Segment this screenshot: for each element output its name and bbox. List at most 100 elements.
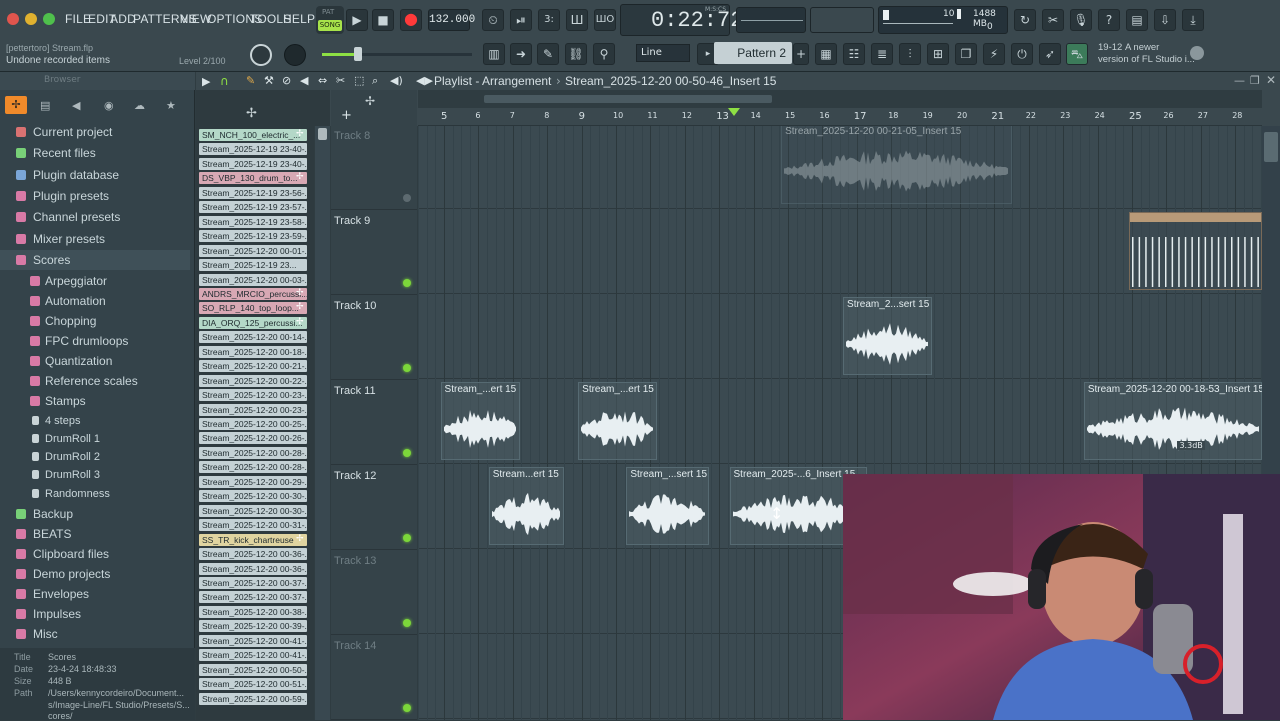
channel-button[interactable]: Stream_2025-12-19 23-59-... [199, 230, 307, 243]
timeline-ruler[interactable]: 5 6 7 8 9 10 11 12 13 14 15 16 17 18 19 20 21 22 23 24 25 26 2… [418, 108, 1262, 126]
channel-button[interactable]: DIA_ORQ_125_percussi... [199, 316, 307, 329]
channel-button[interactable]: SS_TR_kick_chartreuse [199, 533, 307, 546]
playlist-icon[interactable]: ▦ [815, 43, 837, 65]
track-mute-led[interactable] [403, 704, 411, 712]
playlist-brush-icon[interactable]: ⚒ [264, 74, 274, 87]
browser-plugin-icon[interactable]: ◉ [104, 99, 114, 112]
channel-button[interactable]: Stream_2025-12-20 00-18-... [199, 345, 307, 358]
browser-item-3[interactable]: Plugin presets [0, 186, 190, 206]
channel-button[interactable]: Stream_2025-12-19 23-58-... [199, 215, 307, 228]
add-track-icon[interactable]: + [341, 108, 352, 123]
window-close-icon[interactable]: ✕ [1266, 73, 1276, 87]
channel-drag-icon[interactable]: ✢ [296, 129, 304, 139]
loop-record-icon[interactable]: ШО [594, 9, 616, 31]
track-name[interactable]: Track 9 [334, 215, 370, 227]
channel-button[interactable]: Stream_2025-12-19 23-56-... [199, 186, 307, 199]
channel-button[interactable]: Stream_2025-12-20 00-23-... [199, 389, 307, 402]
browser-folder-3[interactable]: Demo projects [0, 564, 190, 584]
save-icon[interactable]: ▤ [1126, 9, 1148, 31]
playlist-zoom-icon[interactable]: ⌕ [372, 74, 378, 88]
channel-button[interactable]: Stream_2025-12-20 00-30-... [199, 504, 307, 517]
track-mute-led[interactable] [403, 279, 411, 287]
countdown-icon[interactable]: 3: [538, 9, 560, 31]
track-mute-led[interactable] [403, 449, 411, 457]
channel-button[interactable]: Stream_2025-12-20 00-28-... [199, 461, 307, 474]
audio-clip[interactable]: Stream_...ert 15 [578, 382, 658, 460]
channel-button[interactable]: Stream_2025-12-20 00-41-... [199, 649, 307, 662]
window-close-dot[interactable] [7, 13, 19, 25]
channel-add-icon[interactable]: ✢ [246, 106, 257, 121]
audio-clip[interactable]: Stream...ert 15 [488, 467, 565, 545]
audio-clip[interactable]: Stream_2025-12-20 00-18-53_Insert 15 3.3d… [1083, 382, 1262, 460]
step-edit-icon[interactable]: Ш [566, 9, 588, 31]
browser-subfolder-2[interactable]: Chopping [0, 311, 190, 331]
channel-button[interactable]: Stream_2025-12-20 00-22-... [199, 374, 307, 387]
browser-item-1[interactable]: Recent files [0, 143, 190, 163]
stamp-icon[interactable]: ⚲ [593, 43, 615, 65]
channel-button[interactable]: DS_VBP_130_drum_to... [199, 172, 307, 185]
render-icon[interactable]: ⇩ [1154, 9, 1176, 31]
tag-icon[interactable]: ➶ [1039, 43, 1061, 65]
channel-button[interactable]: Stream_2025-12-20 00-36-... [199, 548, 307, 561]
stop-button[interactable]: ■ [372, 9, 394, 31]
channel-button[interactable]: SO_RLP_140_top_loop... [199, 302, 307, 315]
browser-folder-5[interactable]: Impulses [0, 604, 190, 624]
channel-button[interactable]: Stream_2025-12-20 00-41-... [199, 634, 307, 647]
globe-icon[interactable] [1190, 46, 1204, 60]
playlist-arrows-icon[interactable]: ◀▶ [416, 74, 433, 87]
channel-button[interactable]: Stream_2025-12-19 23-57-... [199, 201, 307, 214]
metronome-icon[interactable]: ⏲ [482, 9, 504, 31]
piano-icon[interactable]: ▥ [483, 43, 505, 65]
tempo-display[interactable]: 132.000 [428, 9, 475, 31]
window-zoom-dot[interactable] [43, 13, 55, 25]
master-slider[interactable] [322, 47, 472, 61]
channel-button[interactable]: Stream_2025-12-20 00-25-... [199, 418, 307, 430]
plug-icon[interactable]: ⏻ [1011, 43, 1033, 65]
browser-subfolder-0[interactable]: Arpeggiator [0, 271, 190, 291]
microphone-icon[interactable]: 🎙 [1070, 9, 1092, 31]
channel-drag-icon[interactable]: ✢ [296, 317, 304, 327]
track-name[interactable]: Track 11 [334, 385, 376, 397]
pat-song-toggle[interactable]: PAT SONG [316, 6, 344, 34]
playlist-mute-icon[interactable]: ◀ [300, 74, 308, 87]
channel-button[interactable]: Stream_2025-12-19 23... [199, 259, 307, 272]
browser-subfolder-6[interactable]: Stamps [0, 391, 190, 411]
browser-subfolder-1[interactable]: Automation [0, 291, 190, 311]
channel-drag-icon[interactable]: ✢ [296, 534, 304, 544]
add-pattern-icon[interactable]: + [793, 43, 809, 65]
snap-select[interactable]: Line [636, 44, 690, 62]
channel-button[interactable]: Stream_2025-12-20 00-36-... [199, 562, 307, 575]
pencil-icon[interactable]: ✎ [537, 43, 559, 65]
channel-button[interactable]: Stream_2025-12-20 00-59-... [199, 692, 307, 705]
menu-help[interactable]: HELP [283, 12, 315, 26]
audio-clip[interactable]: Stream_...sert 15 [626, 467, 709, 545]
piano-roll-icon[interactable]: ≣ [871, 43, 893, 65]
browser-icon[interactable]: ❐ [955, 43, 977, 65]
browser-item-5[interactable]: Mixer presets [0, 229, 190, 249]
window-restore-icon[interactable]: ❐ [1250, 74, 1260, 87]
news-panel[interactable]: 19-12 A newer [1098, 42, 1159, 53]
audio-clip[interactable]: Stream_...ert 15 [440, 382, 520, 460]
wait-input-icon[interactable]: ⏯ [510, 9, 532, 31]
browser-item-6[interactable]: Scores [0, 249, 190, 270]
reset-icon[interactable]: ↻ [1014, 9, 1036, 31]
channel-button[interactable]: Stream_2025-12-20 00-14-... [199, 331, 307, 344]
channel-list-scrollbar[interactable] [315, 126, 330, 720]
channel-button[interactable]: Stream_2025-12-20 00-39-... [199, 620, 307, 633]
browser-folder-1[interactable]: BEATS [0, 524, 190, 544]
audio-clip[interactable]: Stream_2...sert 15 [843, 297, 933, 375]
master-pitch-knob[interactable] [284, 44, 306, 66]
channel-button[interactable]: Stream_2025-12-20 00-37-... [199, 576, 307, 589]
arrow-icon[interactable]: ➜ [510, 43, 532, 65]
track-name[interactable]: Track 8 [334, 130, 370, 142]
browser-item-4[interactable]: Channel presets [0, 207, 190, 227]
track-mute-led[interactable] [403, 194, 411, 202]
channel-button[interactable]: Stream_2025-12-20 00-37-... [199, 591, 307, 604]
playlist-playback-icon[interactable]: ◀) [390, 74, 403, 87]
channel-button[interactable]: Stream_2025-12-20 00-51-... [199, 678, 307, 691]
cut-icon[interactable]: ✂ [1042, 9, 1064, 31]
channel-button[interactable]: Stream_2025-12-20 00-28-... [199, 446, 307, 459]
browser-folder-6[interactable]: Misc [0, 624, 190, 644]
playlist-delete-icon[interactable]: ⊘ [282, 74, 291, 87]
browser-folder-4[interactable]: Envelopes [0, 584, 190, 604]
